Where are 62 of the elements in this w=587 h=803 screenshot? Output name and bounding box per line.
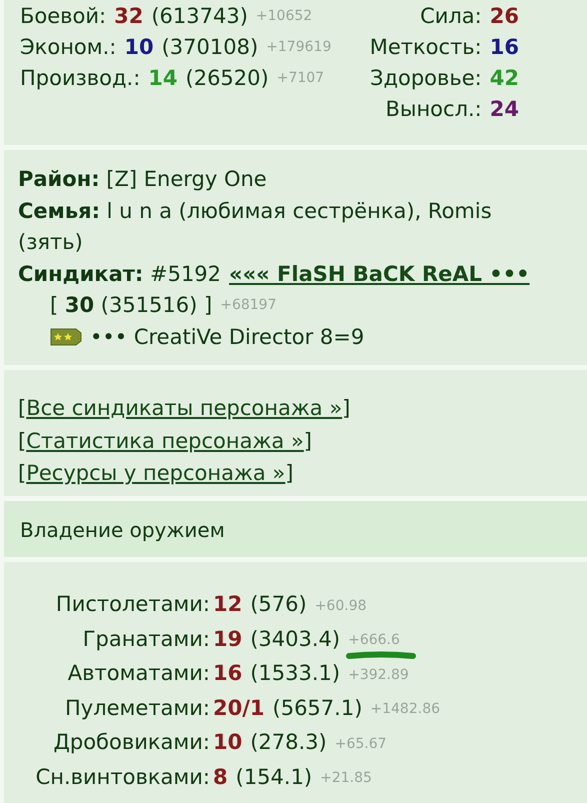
stat-value: 14	[148, 66, 178, 90]
weapon-delta: +392.89	[348, 666, 409, 683]
weapon-total: (1533.1)	[250, 661, 340, 686]
profile-link[interactable]: Ресурсы у персонажа »	[26, 457, 286, 490]
stat-total: (370108)	[162, 34, 258, 58]
weapon-total: (3403.4)	[250, 626, 340, 651]
bracket-text: ]	[304, 428, 312, 454]
stat-label: Выносл.:	[385, 96, 482, 120]
stat-value: 16	[490, 34, 519, 58]
profile-link[interactable]: Статистика персонажа »	[26, 424, 304, 457]
stat-total: (613743)	[151, 4, 248, 28]
section-header: Владение оружием	[19, 517, 226, 542]
weapon-label: Автоматами:	[68, 661, 210, 686]
stat-delta: +7107	[276, 70, 324, 86]
weapon-total: (576)	[250, 592, 307, 616]
weapon-label: Сн.винтовками:	[36, 764, 210, 789]
weapon-value: 10	[213, 730, 242, 754]
bracket-text: ]	[342, 395, 350, 422]
bracket-text: [	[18, 460, 26, 487]
stat-label: Меткость:	[370, 34, 482, 58]
weapon-value: 20/1	[213, 696, 265, 720]
weapon-delta: +1482.86	[370, 701, 440, 718]
stat-label: Производ.:	[20, 66, 140, 90]
weapon-total: (154.1)	[236, 764, 312, 789]
rank-badge-icon	[50, 328, 82, 346]
stat-label: Боевой:	[20, 4, 106, 28]
weapon-value: 12	[213, 592, 242, 616]
stat-delta: +179619	[266, 38, 332, 54]
bracket-text: [	[18, 428, 26, 454]
profile-link[interactable]: Все синдикаты персонажа »	[26, 392, 342, 424]
weapon-total: (278.3)	[250, 730, 327, 754]
weapon-delta: +21.85	[320, 770, 372, 786]
weapon-value: 8	[213, 764, 228, 789]
stat-value: 32	[114, 4, 144, 28]
stat-value: 10	[124, 34, 154, 58]
family-text: Семья: l u n a (любимая сестрёнка), Romis (зять)	[18, 198, 493, 256]
stat-delta: +10652	[256, 8, 312, 24]
district-text: Район: [Z] Energy One	[18, 166, 268, 193]
weapon-value: 16	[213, 661, 242, 686]
bracket-text: [	[18, 395, 26, 422]
stat-value: 26	[490, 4, 519, 28]
bracket-text: ]	[285, 460, 294, 487]
syndicate-level: [ 30 (351516) ]	[50, 292, 212, 319]
weapon-total: (5657.1)	[272, 696, 362, 720]
stat-label: Здоровье:	[370, 66, 482, 90]
weapon-delta: +60.98	[314, 598, 367, 614]
weapon-label: Пистолетами:	[56, 592, 210, 616]
stat-value: 42	[490, 66, 519, 90]
weapon-label: Дробовиками:	[53, 730, 210, 754]
syndicate-label: Синдикат: #5192	[18, 260, 222, 288]
stat-total: (26520)	[186, 66, 269, 90]
weapon-label: Пулеметами:	[65, 696, 210, 720]
syndicate-rank: ••• CreatiVe Director 8=9	[90, 324, 364, 350]
weapon-value: 19	[213, 626, 242, 651]
weapon-delta: +65.67	[334, 736, 387, 752]
weapon-label: Гранатами:	[82, 626, 210, 651]
syndicate-delta: +68197	[220, 296, 276, 315]
weapon-delta: +666.6	[348, 632, 400, 648]
stat-value: 24	[490, 96, 519, 120]
syndicate-link[interactable]: ««« FlaSH BaCK ReAL •••	[229, 258, 530, 290]
stat-label: Сила:	[420, 4, 482, 28]
stat-label: Эконом.:	[20, 34, 116, 58]
